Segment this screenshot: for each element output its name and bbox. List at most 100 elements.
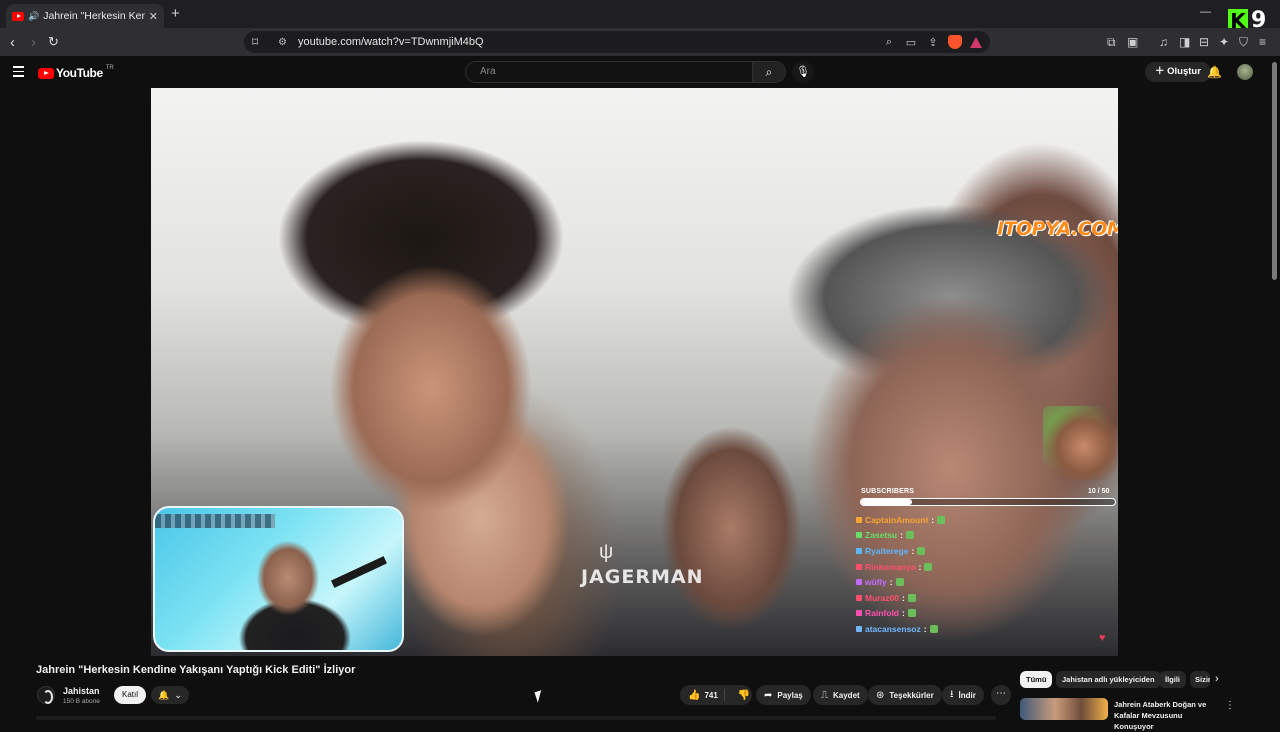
recommendation-thumbnail[interactable] [1020,698,1108,720]
emote-icon [907,593,916,602]
speaker-icon[interactable]: 🔊 [28,11,39,22]
microphone-icon[interactable]: 🎙 [792,61,814,83]
save-label: Kaydet [833,690,860,700]
heart-icon: ♥ [1099,632,1106,644]
share-icon[interactable]: ⇪ [922,36,944,49]
subscribe-notification-button[interactable]: 🔔 ⌄ [151,686,189,704]
close-tab-icon[interactable]: ✕ [149,10,158,23]
emote-icon [924,562,933,571]
hamburger-menu-icon[interactable] [13,66,24,80]
chat-message: Rinkomanya: [856,559,1026,575]
like-count: 741 [704,690,718,700]
media-icon[interactable]: ♫ [1159,35,1168,49]
video-title: Jahrein "Herkesin Kendine Yakışanı Yaptı… [36,664,356,676]
chat-overlay: CaptainAmount: Zasetsu: Ryalterege: Rinkoma… [856,512,1026,637]
notifications-icon[interactable]: 🔔 [1207,65,1222,79]
address-bar[interactable]: ⌑ ⚙ youtube.com/watch?v=TDwnmjiM4bQ ⌕ ▭ … [244,31,990,53]
join-button[interactable]: Katıl [114,686,146,704]
chip-for-you[interactable]: Sizin için [1190,671,1210,688]
recommendation-menu-icon[interactable]: ⋮ [1225,700,1235,711]
chevron-down-icon: ⌄ [174,689,182,700]
bookmark-icon[interactable]: ⌑ [252,35,266,49]
chat-separator: : [889,577,893,588]
chat-message: Rainfold: [856,606,1026,622]
logo-region: TR [105,65,114,71]
forward-icon[interactable]: › [31,34,36,51]
save-button[interactable]: ⎍ Kaydet [813,685,868,705]
emote-icon [917,546,926,555]
chat-username: Ryalterege [865,545,909,556]
subscribers-progress-fill [861,499,912,505]
emote-icon [895,578,904,587]
youtube-header: YouTube TR Ara ⌕ 🎙 ＋ Oluştur 🔔 [0,56,1280,88]
wallet2-icon[interactable]: ⊟ [1199,35,1209,49]
emote-icon [929,624,938,633]
sidebar-icon[interactable]: ◨ [1179,35,1190,49]
search-icon[interactable]: ⌕ [752,61,786,83]
share-button[interactable]: ➦ Paylaş [756,685,811,705]
leo-icon[interactable]: ✦ [1219,35,1229,49]
logo-text: YouTube [56,66,103,80]
zoom-icon[interactable]: ⌕ [878,36,900,49]
download-icon: ⭳ [950,688,954,700]
chip-from-uploader[interactable]: Jahistan adlı yükleyiciden [1056,671,1161,688]
chat-badge-icon [856,579,862,586]
extensions-icon[interactable]: ⧉ [1107,35,1116,50]
recommendation-title[interactable]: Jahrein Ataberk Doğan ve Kafalar Mevzusu… [1114,699,1222,732]
browser-tab[interactable]: 🔊 Jahrein "Herkesin Kendine Yakışanı Yap… [6,4,164,28]
antler-icon: ψ [599,541,614,563]
vpn-icon[interactable]: ⛉ [1239,35,1248,50]
subscribers-progress-bar [860,498,1116,506]
youtube-play-icon [38,67,54,79]
thanks-button[interactable]: ⊛ Teşekkürler [868,685,942,705]
channel-name[interactable]: Jahistan [63,686,100,696]
video-player[interactable]: ITOPYA.COM ψ JAGERMAN SUBSCRIBERS 10 / 5… [151,88,1118,656]
menu-icon[interactable]: ≡ [1259,35,1266,49]
bell-icon: 🔔 [158,689,170,700]
browser-tab-bar: 🔊 Jahrein "Herkesin Kendine Yakışanı Yap… [0,0,1280,33]
browser-toolbar: ‹ › ↻ ⌑ ⚙ youtube.com/watch?v=TDwnmjiM4b… [0,28,1280,56]
back-icon[interactable]: ‹ [10,34,15,51]
comments-area-edge [36,716,996,720]
microphone-arm [331,556,387,588]
account-avatar[interactable] [1237,64,1253,80]
channel-avatar[interactable] [37,686,55,704]
chat-message: Muraz00: [856,590,1026,606]
like-button[interactable]: 👍 741 [680,689,725,701]
chat-username: CaptainAmount [865,514,929,525]
search-input[interactable]: Ara [465,61,753,83]
chat-badge-icon [856,594,862,601]
minimize-icon[interactable]: — [1200,6,1211,18]
url-text[interactable]: youtube.com/watch?v=TDwnmjiM4bQ [298,36,878,48]
chat-separator: : [931,514,935,525]
site-settings-icon[interactable]: ⚙ [278,37,298,48]
new-tab-icon[interactable]: + [171,5,180,22]
share-label: Paylaş [777,690,803,700]
brave-rewards-icon[interactable] [970,36,982,48]
create-button[interactable]: ＋ Oluştur [1145,62,1211,82]
youtube-logo[interactable]: YouTube TR [38,65,114,80]
brave-shield-icon[interactable] [948,35,962,49]
wallet-icon[interactable]: ▣ [1127,35,1138,49]
download-label: İndir [958,690,976,700]
reload-icon[interactable]: ↻ [48,34,59,50]
chip-all[interactable]: Tümü [1020,671,1053,688]
chat-username: Rinkomanya [865,561,916,572]
cast-icon[interactable]: ▭ [900,36,922,49]
chat-username: atacansensoz [865,623,921,634]
emote-icon [907,609,916,618]
emote-icon [937,515,946,524]
chat-separator: : [923,623,927,634]
chevron-right-icon[interactable]: › [1215,673,1219,685]
chat-badge-icon [856,563,862,570]
dislike-button[interactable]: 👎 [730,690,758,701]
chat-username: Muraz00 [865,592,900,603]
download-button[interactable]: ⭳ İndir [942,685,984,705]
chat-separator: : [902,592,905,603]
chat-badge-icon [856,547,862,554]
chip-related[interactable]: İlgili [1159,671,1186,688]
chat-separator: : [918,561,922,572]
more-actions-icon[interactable]: ⋯ [991,685,1011,705]
thanks-label: Teşekkürler [889,690,934,700]
page-scrollbar[interactable] [1272,62,1277,280]
